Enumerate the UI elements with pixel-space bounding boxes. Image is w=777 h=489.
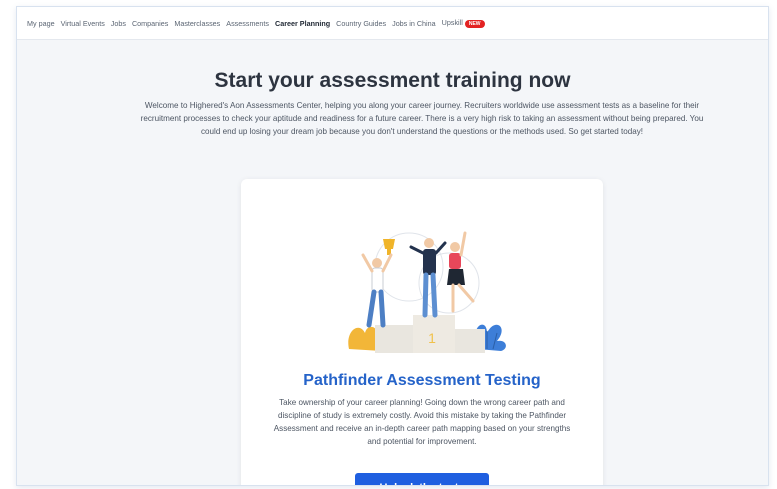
nav-item-virtual-events[interactable]: Virtual Events: [61, 19, 105, 28]
nav-item-my-page[interactable]: My page: [27, 19, 55, 28]
nav-item-upskill-label: Upskill: [441, 18, 463, 28]
nav-item-country-guides[interactable]: Country Guides: [336, 19, 386, 28]
winners-podium-illustration: 1: [348, 231, 506, 353]
unlock-tests-button[interactable]: Unlock the tests: [355, 473, 489, 485]
top-navigation: My page Virtual Events Jobs Companies Ma…: [17, 7, 768, 40]
new-badge: NEW: [464, 19, 485, 28]
podium-number: 1: [428, 330, 436, 346]
nav-item-jobs-in-china[interactable]: Jobs in China: [392, 19, 436, 28]
nav-item-companies[interactable]: Companies: [132, 19, 168, 28]
nav-item-career-planning[interactable]: Career Planning: [275, 19, 330, 28]
card-title: Pathfinder Assessment Testing: [303, 372, 541, 389]
nav-item-masterclasses[interactable]: Masterclasses: [174, 19, 220, 28]
page-title: Start your assessment training now: [214, 69, 571, 92]
intro-text: Welcome to Highered's Aon Assessments Ce…: [140, 101, 704, 136]
nav-item-assessments[interactable]: Assessments: [226, 19, 269, 28]
pathfinder-card: 1 Pathfinder Assessment Testing Take own…: [241, 179, 603, 485]
nav-item-jobs[interactable]: Jobs: [111, 19, 126, 28]
card-description: Take ownership of your career planning! …: [273, 398, 571, 446]
page-frame: My page Virtual Events Jobs Companies Ma…: [16, 6, 769, 486]
nav-item-upskill[interactable]: Upskill NEW: [441, 18, 485, 28]
